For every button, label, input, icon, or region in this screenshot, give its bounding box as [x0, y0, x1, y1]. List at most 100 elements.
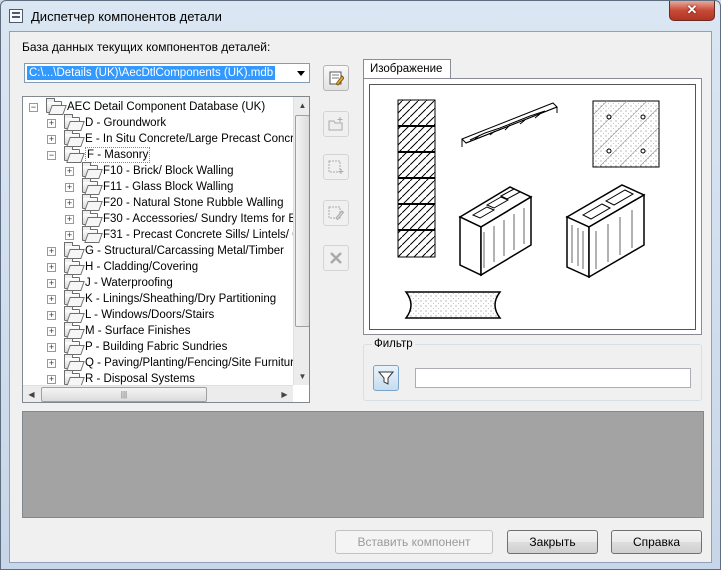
edit-database-button[interactable] [323, 65, 349, 91]
scroll-thumb-horizontal[interactable]: ||| [41, 387, 207, 402]
close-window-button[interactable]: ✕ [669, 1, 715, 21]
tree-item[interactable]: + E - In Situ Concrete/Large Precast Conc… [23, 130, 309, 147]
expand-icon[interactable]: + [65, 167, 74, 176]
expand-icon[interactable]: + [65, 231, 74, 240]
component-description-area [22, 411, 704, 518]
tree-item-label: F20 - Natural Stone Rubble Walling [103, 197, 284, 209]
tree-vertical-scrollbar[interactable]: ▲ ▼ [293, 97, 309, 385]
tree-item[interactable]: + P - Building Fabric Sundries [23, 338, 293, 355]
collapse-icon[interactable]: − [29, 103, 38, 112]
new-component-button[interactable] [323, 154, 349, 180]
tree-item[interactable]: + K - Linings/Sheathing/Dry Partitioning [23, 290, 293, 307]
tree-item[interactable]: + L - Windows/Doors/Stairs [23, 306, 293, 323]
tree-item[interactable]: + H - Cladding/Covering [23, 258, 293, 275]
preview-drawing [397, 99, 660, 319]
image-tab-panel [363, 78, 702, 335]
tree-item-label: H - Cladding/Covering [85, 261, 199, 273]
tree-item[interactable]: + F20 - Natural Stone Rubble Walling [23, 194, 293, 211]
folder-icon [82, 226, 98, 241]
tree-item[interactable]: + F31 - Precast Concrete Sills/ Lintels/ … [23, 226, 307, 243]
expand-icon[interactable]: + [47, 311, 56, 320]
tree-item[interactable]: + Q - Paving/Planting/Fencing/Site Furnit… [23, 354, 300, 371]
folder-icon [82, 194, 98, 209]
tab-image[interactable]: Изображение [363, 59, 451, 79]
title-bar[interactable]: Диспетчер компонентов детали ✕ [1, 1, 720, 31]
dropdown-arrow-icon[interactable] [297, 71, 305, 76]
help-button[interactable]: Справка [611, 530, 702, 554]
delete-button[interactable] [323, 245, 349, 271]
tree-item[interactable]: + J - Waterproofing [23, 274, 293, 291]
tree-item[interactable]: + F11 - Glass Block Walling [23, 178, 293, 195]
folder-icon [64, 274, 80, 289]
tree-item[interactable]: − F - Masonry [23, 146, 293, 163]
tree-item-label: AEC Detail Component Database (UK) [67, 101, 266, 113]
expand-icon[interactable]: + [47, 327, 56, 336]
lintel-drawing [461, 102, 558, 147]
filter-button[interactable] [373, 365, 399, 391]
tree-item-label: K - Linings/Sheathing/Dry Partitioning [85, 293, 277, 305]
delete-icon [330, 252, 342, 264]
collapse-icon[interactable]: − [47, 151, 56, 160]
edit-component-button[interactable] [323, 200, 349, 226]
folder-icon [64, 242, 80, 257]
component-tree[interactable]: − AEC Detail Component Database (UK) + D - … [22, 96, 310, 403]
insert-component-button[interactable]: Вставить компонент [335, 530, 493, 554]
folder-icon [64, 258, 80, 273]
tree-horizontal-scrollbar[interactable]: ◀ ||| ▶ [23, 385, 293, 402]
dialog-window: Диспетчер компонентов детали ✕ База данн… [0, 0, 721, 570]
tree-item-label: F11 - Glass Block Walling [103, 181, 234, 193]
folder-icon [64, 306, 80, 321]
tree-item-label: M - Surface Finishes [85, 325, 191, 337]
expand-icon[interactable]: + [47, 135, 56, 144]
close-button[interactable]: Закрыть [507, 530, 598, 554]
tree-item[interactable]: + F30 - Accessories/ Sundry Items for Bri… [23, 210, 309, 227]
tree-item-label: Q - Paving/Planting/Fencing/Site Furnitu… [85, 357, 301, 369]
folder-icon [82, 178, 98, 193]
folder-icon [82, 210, 98, 225]
database-combobox[interactable]: C:\...\Details (UK)\AecDtlComponents (UK… [24, 63, 310, 83]
edit-database-icon [329, 71, 344, 86]
tree-item[interactable]: + D - Groundwork [23, 114, 293, 131]
edit-component-icon [328, 206, 344, 221]
tree-item-label: P - Building Fabric Sundries [85, 341, 228, 353]
expand-icon[interactable]: + [47, 375, 56, 384]
app-icon [9, 9, 23, 23]
tree-item[interactable]: + M - Surface Finishes [23, 322, 293, 339]
expand-icon[interactable]: + [65, 215, 74, 224]
scroll-up-icon[interactable]: ▲ [294, 97, 309, 114]
expand-icon[interactable]: + [47, 247, 56, 256]
new-group-button[interactable] [323, 111, 349, 137]
tree-item-label: F10 - Brick/ Block Walling [103, 165, 234, 177]
expand-icon[interactable]: + [47, 263, 56, 272]
scroll-left-icon[interactable]: ◀ [23, 386, 40, 402]
tree-item-label: G - Structural/Carcassing Metal/Timber [85, 245, 284, 257]
expand-icon[interactable]: + [47, 295, 56, 304]
scroll-down-icon[interactable]: ▼ [294, 368, 309, 385]
window-title: Диспетчер компонентов детали [31, 9, 222, 24]
scroll-right-icon[interactable]: ▶ [276, 386, 293, 402]
expand-icon[interactable]: + [47, 119, 56, 128]
folder-icon [82, 162, 98, 177]
new-folder-icon [328, 117, 343, 131]
filter-input[interactable] [415, 368, 691, 388]
folder-icon [64, 338, 80, 353]
tree-item[interactable]: + F10 - Brick/ Block Walling [23, 162, 293, 179]
new-component-icon [328, 160, 344, 174]
tree-item[interactable]: − AEC Detail Component Database (UK) [23, 98, 293, 115]
tree-item-label: L - Windows/Doors/Stairs [85, 309, 215, 321]
tree-item-label: D - Groundwork [85, 117, 167, 129]
expand-icon[interactable]: + [47, 359, 56, 368]
folder-icon [64, 130, 80, 145]
expand-icon[interactable]: + [47, 279, 56, 288]
filter-label: Фильтр [372, 338, 415, 350]
folder-icon [64, 322, 80, 337]
tree-item[interactable]: + G - Structural/Carcassing Metal/Timber [23, 242, 293, 259]
tree-item-label: F31 - Precast Concrete Sills/ Lintels/ C… [103, 229, 307, 241]
folder-icon [64, 370, 80, 385]
expand-icon[interactable]: + [65, 199, 74, 208]
expand-icon[interactable]: + [65, 183, 74, 192]
tree-item-label: F30 - Accessories/ Sundry Items for Bric… [103, 213, 310, 225]
folder-icon [64, 354, 80, 369]
scroll-thumb-vertical[interactable] [295, 115, 309, 327]
expand-icon[interactable]: + [47, 343, 56, 352]
